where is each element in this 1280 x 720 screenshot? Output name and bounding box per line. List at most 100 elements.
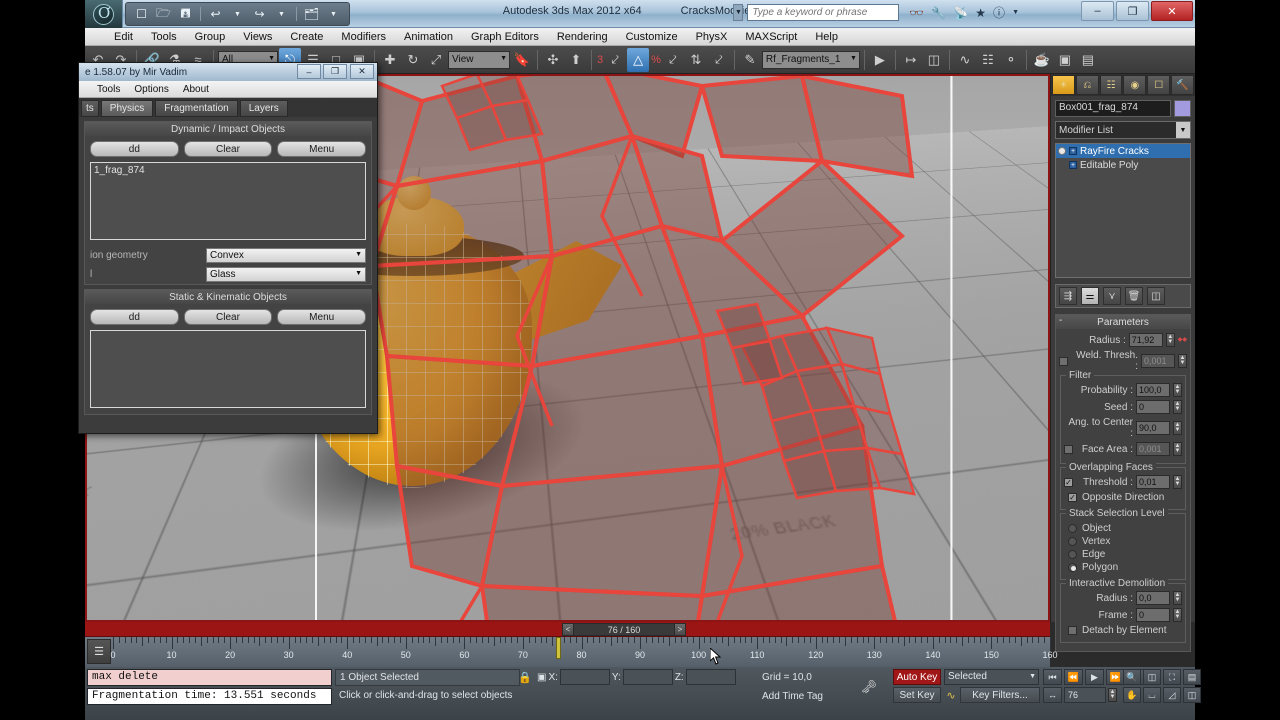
tab-utilities[interactable]: 🔨 (1171, 75, 1194, 95)
reference-coord-combo[interactable]: View ▼ (448, 50, 510, 69)
face-area-spinner[interactable]: ▲ ▼ (1173, 442, 1182, 456)
frame-spinner[interactable]: ▲ ▼ (1108, 688, 1117, 702)
current-frame-input[interactable]: 76 (1064, 687, 1106, 703)
spinner-snap-magnet-icon[interactable]: ⤦ (708, 48, 730, 72)
maxscript-mini-listener-field[interactable]: Fragmentation time: 13.551 seconds (87, 688, 332, 705)
percent-snap-icon[interactable]: ⤦ (662, 48, 684, 72)
parameters-rollout-header[interactable]: - Parameters (1056, 315, 1190, 329)
probability-spinner[interactable]: ▲ ▼ (1173, 383, 1182, 397)
angle-snap-toggle-icon[interactable]: △ (627, 47, 650, 72)
maxscript-listener-field[interactable]: max delete (87, 669, 332, 686)
named-selection-combo[interactable]: Rf_Fragments_1 ▼ (761, 50, 860, 69)
probability-input[interactable]: 100,0 (1136, 383, 1170, 397)
pan-view-icon[interactable]: ✋ (1123, 687, 1141, 703)
track-bar-ruler[interactable]: 0 10 20 30 40 50 60 70 80 90 100 110 120 130 140 150 160 (110, 637, 1058, 667)
demo-frame-input[interactable]: 0 (1136, 608, 1170, 622)
opposite-direction-checkbox[interactable]: ✓ (1068, 493, 1077, 502)
x-input[interactable] (559, 669, 610, 685)
threshold-input[interactable]: 0,01 (1136, 475, 1170, 489)
tab-create[interactable]: ☀ (1052, 75, 1075, 95)
tab-display[interactable]: ☐ (1147, 75, 1171, 95)
seed-spinner[interactable]: ▲ ▼ (1173, 400, 1182, 414)
configure-modifier-sets-icon[interactable]: ◫ (1147, 287, 1165, 305)
set-key-button[interactable]: Set Key (893, 687, 941, 703)
dynamic-clear-button[interactable]: Clear (183, 141, 273, 157)
y-input[interactable] (622, 669, 673, 685)
angle-snap-icon[interactable]: ⤦ (604, 48, 626, 72)
menu-item-graph-editors[interactable]: Graph Editors (462, 31, 548, 43)
menu-item-customize[interactable]: Customize (617, 31, 687, 43)
menu-item-group[interactable]: Group (186, 31, 235, 43)
help-icon[interactable]: ⓘ (993, 4, 1005, 21)
static-menu-button[interactable]: Menu (277, 309, 367, 325)
radio-vertex-icon[interactable] (1068, 537, 1077, 546)
face-area-checkbox[interactable] (1064, 444, 1073, 454)
minimize-button[interactable]: – (1081, 1, 1114, 21)
close-button[interactable]: ✕ (1151, 1, 1193, 21)
modifier-stack[interactable]: + RayFire Cracks + Editable Poly (1055, 143, 1191, 278)
dynamic-objects-list[interactable]: 1_frag_874 (90, 162, 366, 240)
time-slider-bar[interactable]: < 76 / 160 > (85, 622, 1050, 637)
expand-plus-icon[interactable]: + (1069, 161, 1077, 169)
weld-threshold-input[interactable]: 0,001 (1141, 354, 1175, 368)
pivot-center-icon[interactable]: 🔖 (511, 48, 533, 72)
rayfire-dialog-titlebar[interactable]: e 1.58.07 by Mir Vadim – ❐ ✕ (79, 63, 377, 81)
maximize-button[interactable]: ❐ (1116, 1, 1149, 21)
tab-motion[interactable]: ◉ (1123, 75, 1147, 95)
lock-selection-icon[interactable]: 🔒 (517, 669, 533, 686)
layer-manager-icon[interactable]: ◫ (923, 48, 945, 72)
rayfire-close-button[interactable]: ✕ (350, 64, 374, 79)
rotate-tool-icon[interactable]: ↻ (402, 48, 424, 72)
move-tool-icon[interactable]: ✚ (379, 48, 401, 72)
key-mode-toggle-icon[interactable]: ↔ (1043, 687, 1062, 703)
open-mini-curve-editor-icon[interactable]: ☰ (87, 639, 111, 664)
next-frame-button[interactable]: > (674, 623, 686, 636)
rayfire-tab-fragmentation[interactable]: Fragmentation (155, 100, 238, 117)
radio-object-icon[interactable] (1068, 524, 1077, 533)
time-slider-handle[interactable]: < 76 / 160 > (562, 623, 686, 636)
show-end-result-icon[interactable]: ⚌ (1081, 287, 1099, 305)
tab-hierarchy[interactable]: ☷ (1099, 75, 1123, 95)
key-mode-combo[interactable]: Selected ▼ (944, 669, 1039, 685)
rayfire-tab-objects[interactable]: ts (81, 100, 99, 117)
track-bar-playhead[interactable] (556, 637, 562, 659)
search-dropdown-icon[interactable]: ▼ (733, 4, 744, 21)
menu-item-maxscript[interactable]: MAXScript (736, 31, 806, 43)
modifier-stack-item[interactable]: + RayFire Cracks (1056, 144, 1190, 158)
rayfire-menu-tools[interactable]: Tools (97, 84, 120, 95)
threshold-spinner[interactable]: ▲ ▼ (1173, 475, 1182, 489)
rayfire-maximize-button[interactable]: ❐ (323, 64, 347, 79)
stack-level-polygon-row[interactable]: Polygon (1068, 562, 1182, 573)
menu-item-views[interactable]: Views (234, 31, 281, 43)
prev-frame-button[interactable]: < (562, 623, 574, 636)
pin-stack-icon[interactable]: ⇶ (1059, 287, 1077, 305)
radio-polygon-icon[interactable] (1068, 563, 1077, 572)
track-bar[interactable]: ☰ 0 10 20 30 40 50 60 70 80 90 100 110 120 130 140 150 1… (85, 637, 1058, 667)
list-item[interactable]: 1_frag_874 (94, 165, 362, 176)
maximize-viewport-icon[interactable]: ◫ (1183, 687, 1201, 703)
default-in-out-curve-icon[interactable]: ∿ (943, 687, 959, 703)
weld-spinner[interactable]: ▲ ▼ (1178, 354, 1187, 368)
quick-render-icon[interactable]: ▤ (1077, 48, 1099, 72)
demo-radius-spinner[interactable]: ▲ ▼ (1173, 591, 1182, 605)
menu-item-help[interactable]: Help (806, 31, 847, 43)
collision-geometry-combo[interactable]: Convex ▼ (206, 248, 366, 263)
radius-input[interactable]: 71,92 (1128, 333, 1163, 347)
render-frame-icon[interactable]: ▣ (1054, 48, 1076, 72)
threshold-checkbox[interactable]: ✓ (1064, 477, 1073, 487)
menu-item-create[interactable]: Create (281, 31, 332, 43)
rayfire-tab-physics[interactable]: Physics (100, 100, 154, 117)
radius-spinner[interactable]: ▲ ▼ (1165, 333, 1175, 347)
zoom-extents-icon[interactable]: ⛶ (1163, 669, 1181, 685)
static-objects-list[interactable] (90, 330, 366, 408)
modifier-stack-item[interactable]: + Editable Poly (1056, 158, 1190, 172)
align-icon[interactable]: ↦ (900, 48, 922, 72)
object-color-swatch[interactable] (1174, 100, 1191, 117)
absolute-mode-icon[interactable]: ▣ (537, 672, 546, 683)
menu-item-rendering[interactable]: Rendering (548, 31, 617, 43)
stack-level-object-row[interactable]: Object (1068, 523, 1182, 534)
set-key-mode-icon[interactable]: 🗝 (850, 671, 888, 703)
collapse-icon[interactable]: - (1059, 315, 1062, 326)
star-icon[interactable]: ★ (975, 6, 986, 20)
schematic-view-icon[interactable]: ☷ (977, 48, 999, 72)
